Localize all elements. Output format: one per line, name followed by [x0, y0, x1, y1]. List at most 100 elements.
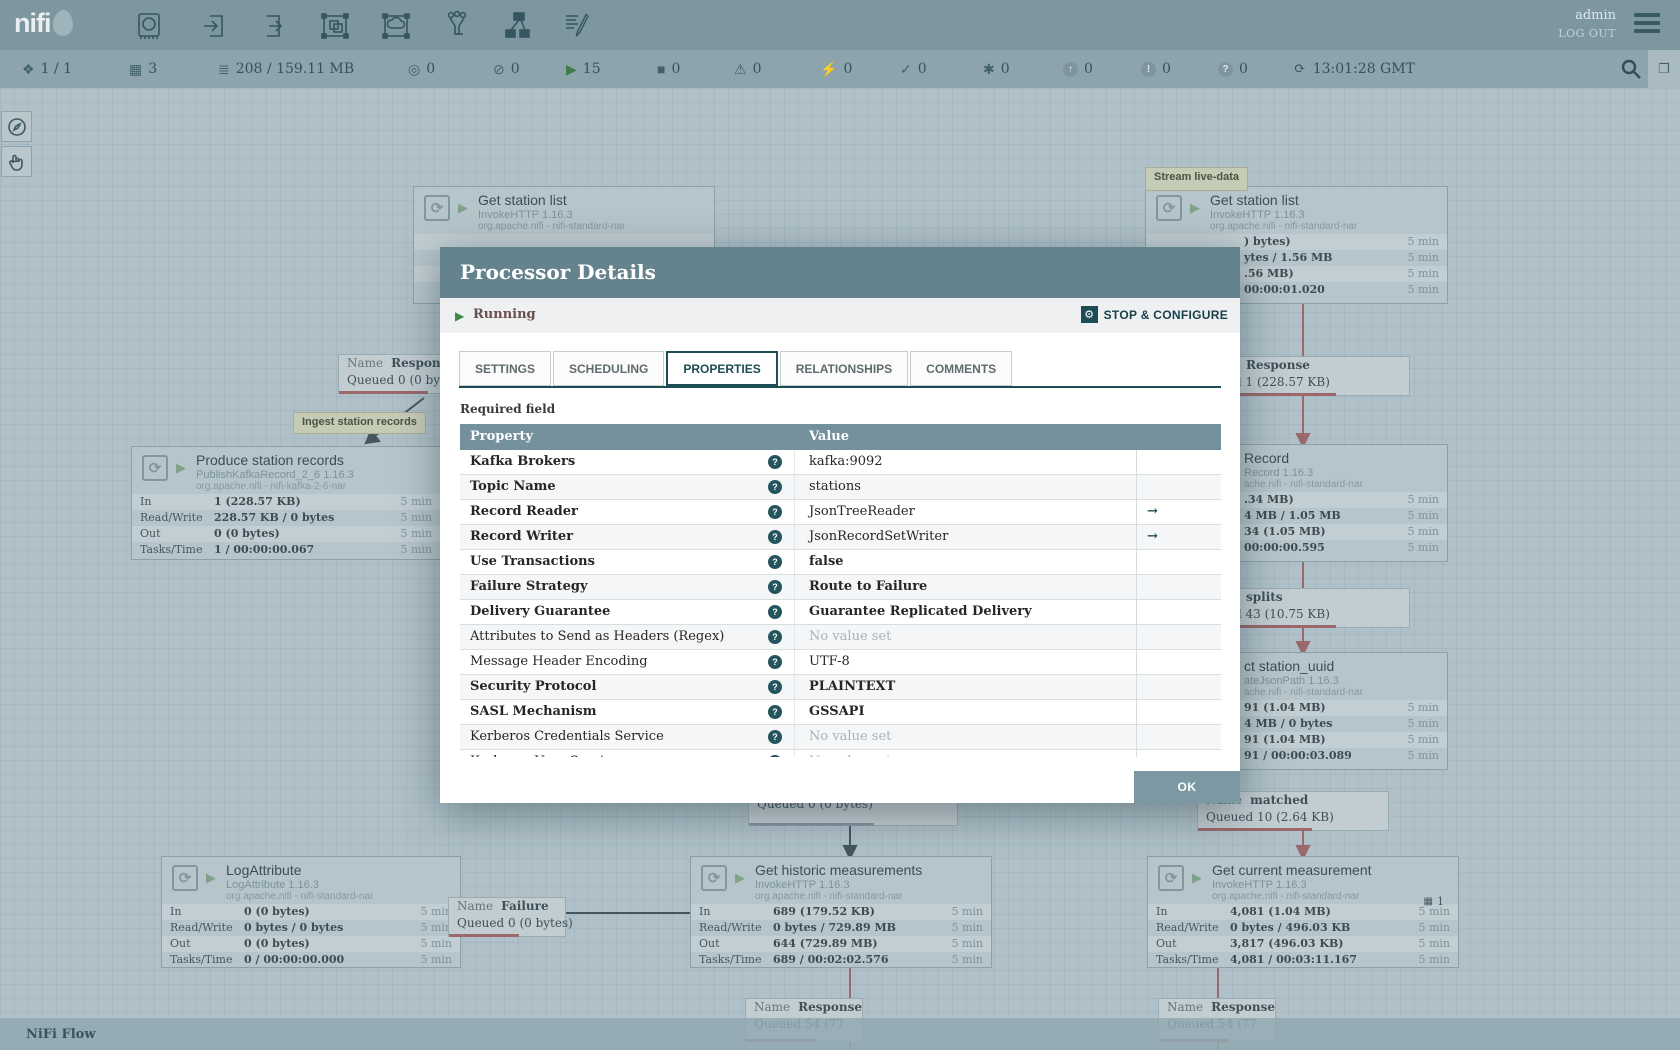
properties-table-header: Property Value: [460, 424, 1221, 450]
tab-comments[interactable]: COMMENTS: [910, 351, 1013, 386]
stat-value-fragment: 00:00:01.020: [1244, 283, 1325, 296]
help-icon[interactable]: ?: [768, 530, 782, 544]
processor-get-historic-measurements[interactable]: ⟳ ▶ Get historic measurements InvokeHTTP 1.…: [690, 856, 992, 968]
stat-label: Out: [140, 527, 161, 540]
tab-relationships[interactable]: RELATIONSHIPS: [779, 351, 909, 386]
queue-fill-bar: [749, 823, 874, 826]
property-row[interactable]: Use Transactions? false: [460, 550, 1221, 575]
go-to-service-icon[interactable]: →: [1147, 529, 1158, 544]
help-icon[interactable]: ?: [768, 655, 782, 669]
property-row[interactable]: Record Reader? JsonTreeReader →: [460, 500, 1221, 525]
property-value-cell[interactable]: false: [795, 550, 1137, 574]
stat-window: 5 min: [1407, 717, 1439, 730]
help-icon[interactable]: ?: [768, 705, 782, 719]
stat-value-fragment: 91 (1.04 MB): [1244, 701, 1326, 714]
user-block: admin LOG OUT: [1558, 8, 1616, 40]
stat-label: Read/Write: [140, 511, 203, 524]
grouped-count: 1: [1437, 895, 1444, 908]
help-icon[interactable]: ?: [768, 480, 782, 494]
stat-value-fragment: .56 MB): [1244, 267, 1294, 280]
ok-button[interactable]: OK: [1134, 771, 1240, 803]
property-row[interactable]: Record Writer? JsonRecordSetWriter →: [460, 525, 1221, 550]
property-value-cell[interactable]: GSSAPI: [795, 700, 1137, 724]
help-icon[interactable]: ?: [768, 680, 782, 694]
threads-icon: ▦: [129, 60, 143, 77]
property-row[interactable]: Message Header Encoding? UTF-8: [460, 650, 1221, 675]
remote-process-group-icon[interactable]: [379, 10, 413, 42]
property-value-cell[interactable]: No value set: [795, 625, 1137, 649]
dialog-title: Processor Details: [440, 247, 1240, 298]
output-port-icon[interactable]: [256, 10, 290, 42]
property-value-cell[interactable]: No value set: [795, 750, 1137, 757]
stat-window: 5 min: [1407, 493, 1439, 506]
input-port-icon[interactable]: [199, 10, 233, 42]
tab-properties[interactable]: PROPERTIES: [666, 351, 778, 386]
connection-name-label: Name: [347, 356, 384, 370]
stat-label: Tasks/Time: [140, 543, 203, 556]
flow-label[interactable]: Stream live-data: [1145, 167, 1248, 191]
property-value-cell[interactable]: Route to Failure: [795, 575, 1137, 599]
process-group-icon[interactable]: [318, 10, 352, 42]
help-icon[interactable]: ?: [768, 730, 782, 744]
property-row[interactable]: Failure Strategy? Route to Failure: [460, 575, 1221, 600]
connection-label[interactable]: Response d 1 (228.57 KB): [1225, 356, 1410, 396]
last-refresh[interactable]: ⟳ 13:01:28 GMT: [1294, 50, 1415, 88]
processor-produce-station-records[interactable]: ⟳ ▶ Produce station records PublishKafkaRec…: [131, 446, 441, 560]
property-row[interactable]: Kerberos User Service?No value set: [460, 750, 1221, 757]
sync-failure-icon: ?: [1218, 61, 1233, 77]
label-icon[interactable]: [559, 10, 593, 42]
breadcrumb-root[interactable]: NiFi Flow: [26, 1027, 96, 1042]
property-value-cell[interactable]: stations: [795, 475, 1137, 499]
stat-value: 0 / 00:00:00.000: [244, 953, 345, 966]
connection-label[interactable]: splits d 43 (10.75 KB): [1225, 588, 1410, 628]
global-menu-icon[interactable]: [1634, 13, 1660, 35]
property-value-cell[interactable]: PLAINTEXT: [795, 675, 1137, 699]
connection-name-row: splits: [1226, 589, 1409, 606]
property-row[interactable]: Security Protocol? PLAINTEXT: [460, 675, 1221, 700]
property-row[interactable]: Topic Name? stations: [460, 475, 1221, 500]
stop-and-configure-button[interactable]: ⚙ STOP & CONFIGURE: [1080, 306, 1228, 323]
property-value-cell[interactable]: No value set: [795, 725, 1137, 749]
tab-settings[interactable]: SETTINGS: [459, 351, 552, 386]
processor-get-current-measurement[interactable]: ⟳ ▶ Get current measurement InvokeHTTP 1.16…: [1147, 856, 1459, 968]
processor-bundle: org.apache.nifi - nifi-standard-nar: [226, 891, 374, 902]
search-icon[interactable]: [1620, 58, 1642, 80]
stat-value-fragment: 4 MB / 1.05 MB: [1244, 509, 1341, 522]
dialog-tabs: SETTINGS SCHEDULING PROPERTIES RELATIONSHIP…: [459, 351, 1013, 386]
property-row[interactable]: Delivery Guarantee? Guarantee Replicated …: [460, 600, 1221, 625]
property-row[interactable]: Kafka Brokers? kafka:9092: [460, 450, 1221, 475]
help-icon[interactable]: ?: [768, 455, 782, 469]
property-value-cell[interactable]: kafka:9092: [795, 450, 1137, 474]
tab-scheduling[interactable]: SCHEDULING: [553, 351, 665, 386]
help-icon[interactable]: ?: [768, 555, 782, 569]
help-icon[interactable]: ?: [768, 505, 782, 519]
processor-name-fragment: ct station_uuid: [1244, 658, 1335, 674]
property-value-cell[interactable]: Guarantee Replicated Delivery: [795, 600, 1137, 624]
breadcrumb[interactable]: NiFi Flow: [0, 1018, 1680, 1050]
property-row[interactable]: Kerberos Credentials Service? No value se…: [460, 725, 1221, 750]
property-value-cell[interactable]: UTF-8: [795, 650, 1137, 674]
go-to-service-icon[interactable]: →: [1147, 504, 1158, 519]
processor-stats: In 4,081 (1.04 MB) 5 min Read/Write 0 bytes …: [1148, 904, 1458, 968]
help-icon[interactable]: ?: [768, 580, 782, 594]
funnel-icon[interactable]: [440, 10, 474, 42]
processor-icon[interactable]: [132, 10, 166, 42]
help-icon[interactable]: ?: [768, 630, 782, 644]
logout-link[interactable]: LOG OUT: [1558, 27, 1616, 40]
flow-label[interactable]: Ingest station records: [293, 412, 426, 434]
property-name-cell: Topic Name?: [460, 475, 795, 499]
template-icon[interactable]: [500, 10, 534, 42]
property-row[interactable]: SASL Mechanism? GSSAPI: [460, 700, 1221, 725]
property-row[interactable]: Attributes to Send as Headers (Regex)? No…: [460, 625, 1221, 650]
help-icon[interactable]: ?: [768, 605, 782, 619]
refresh-icon[interactable]: ⟳: [1294, 61, 1306, 77]
processor-logattribute[interactable]: ⟳ ▶ LogAttribute LogAttribute 1.16.3 org.apa…: [161, 856, 461, 968]
help-icon[interactable]: ?: [768, 755, 782, 757]
property-value-cell[interactable]: JsonTreeReader: [795, 500, 1137, 524]
birdseye-button[interactable]: [1, 111, 32, 142]
pan-button[interactable]: [1, 146, 32, 177]
connection-label[interactable]: Name Failure Queued 0 (0 bytes): [448, 897, 573, 937]
panel-toggle-icon[interactable]: ❐: [1648, 50, 1680, 88]
property-value-cell[interactable]: JsonRecordSetWriter: [795, 525, 1137, 549]
processor-type: PublishKafkaRecord_2_6 1.16.3: [196, 469, 354, 481]
